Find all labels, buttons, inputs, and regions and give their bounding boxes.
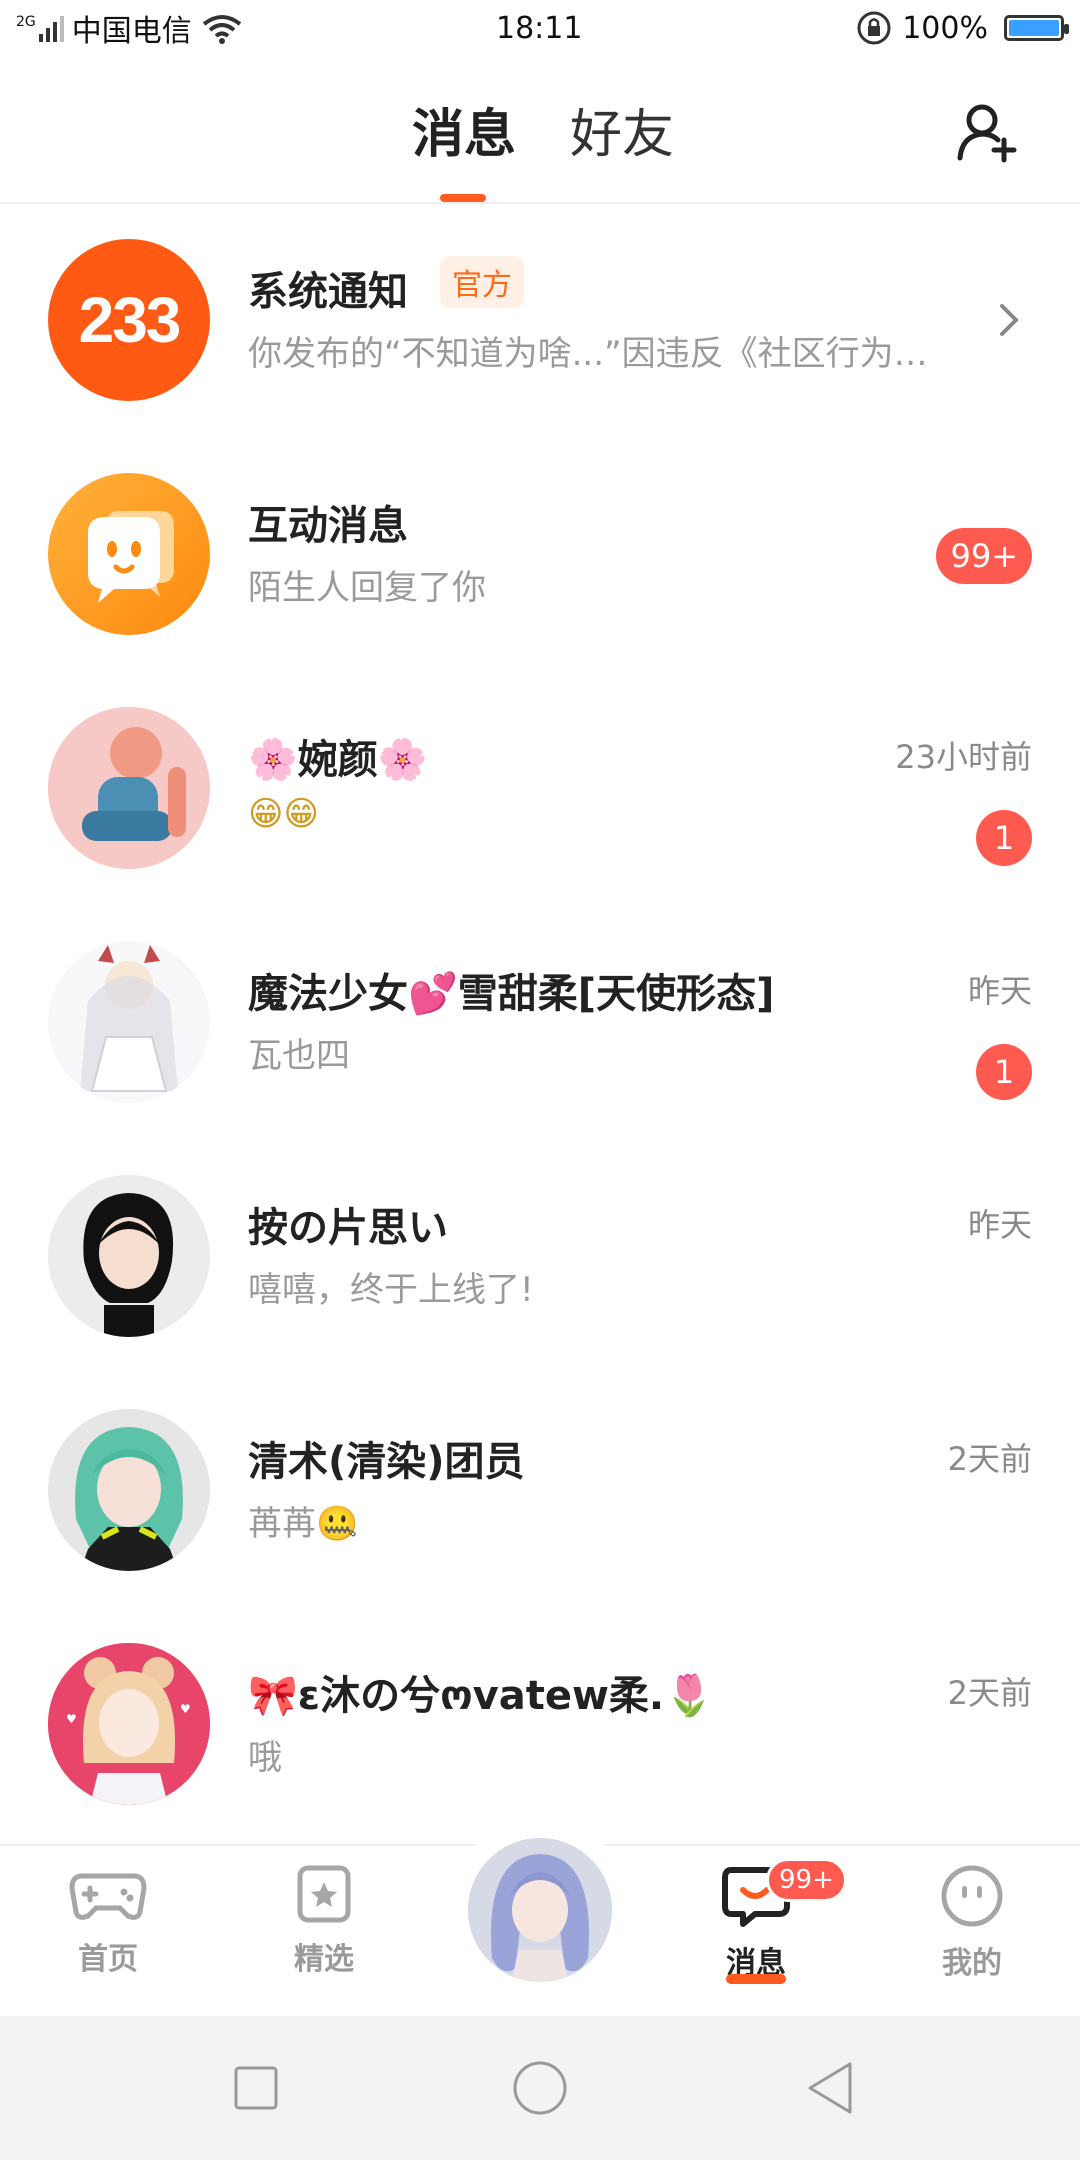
conversation-preview: 哦 [248, 1738, 282, 1778]
conversation-time: 23小时前 [895, 738, 1032, 776]
list-item-interactions[interactable]: 互动消息 陌生人回复了你 99+ [0, 438, 1080, 672]
list-item-conversation[interactable]: ♥ ♥ 🎀ε沐の兮ოvatew柔.🌷 哦 2天前 [0, 1608, 1080, 1842]
tab-label: 我的 [942, 1946, 1002, 1981]
conversation-preview: 你发布的“不知道为啥...”因违反《社区行为守... [248, 334, 948, 374]
tab-me[interactable]: 我的 [912, 1864, 1032, 1982]
rotation-lock-icon [857, 11, 891, 45]
system-nav-bar [0, 2016, 1080, 2160]
tab-label: 精选 [294, 1942, 354, 1977]
battery-percent: 100% [902, 10, 988, 46]
conversation-time: 昨天 [967, 1206, 1032, 1244]
conversation-preview: 嘻嘻，终于上线了! [248, 1270, 534, 1310]
conversation-time: 2天前 [947, 1440, 1032, 1478]
avatar: 233 [48, 239, 210, 401]
center-avatar-button[interactable] [468, 1838, 612, 1982]
tab-featured[interactable]: 精选 [264, 1864, 384, 1978]
list-item-conversation[interactable]: 🌸婉颜🌸 😁😁 23小时前 1 [0, 672, 1080, 906]
active-tab-indicator [440, 194, 486, 202]
avatar [48, 473, 210, 635]
active-tab-underline [726, 1974, 786, 1984]
conversation-time: 2天前 [947, 1674, 1032, 1712]
official-badge: 官方 [440, 256, 524, 308]
signal-icon: 2G [16, 14, 64, 42]
recent-apps-icon[interactable] [232, 2064, 280, 2112]
unread-badge: 1 [976, 810, 1032, 866]
conversation-title: 系统通知 [248, 269, 408, 315]
gamepad-icon [69, 1873, 147, 1920]
tab-label: 首页 [78, 1942, 138, 1977]
unread-badge: 99+ [936, 528, 1032, 584]
list-item-conversation[interactable]: 魔法少女💕雪甜柔[天使形态] 瓦也四 昨天 1 [0, 906, 1080, 1140]
message-list: 233 系统通知 官方 你发布的“不知道为啥...”因违反《社区行为守... 互… [0, 204, 1080, 1842]
avatar: ♥ ♥ [48, 1643, 210, 1805]
home-icon[interactable] [512, 2060, 568, 2116]
conversation-title: 按の片思い [248, 1205, 448, 1251]
tab-friends[interactable]: 好友 [570, 92, 674, 167]
tab-messages[interactable]: 消息 [412, 92, 516, 167]
clock: 18:11 [496, 10, 583, 46]
avatar [48, 707, 210, 869]
network-type: 2G [16, 14, 36, 30]
tab-messages-badge: 99+ [766, 1858, 847, 1902]
logo-233: 233 [78, 284, 182, 356]
conversation-preview: 陌生人回复了你 [248, 568, 486, 608]
conversation-title: 🌸婉颜🌸 [248, 737, 428, 783]
add-friend-icon[interactable] [954, 100, 1018, 164]
conversation-preview: 苒苒🤐 [248, 1504, 359, 1544]
conversation-preview: 瓦也四 [248, 1036, 350, 1076]
avatar [48, 1175, 210, 1337]
avatar [48, 941, 210, 1103]
anime-avatar-image [48, 1175, 210, 1337]
conversation-preview: 😁😁 [248, 794, 319, 834]
anime-avatar-image [48, 941, 210, 1103]
svg-text:♥: ♥ [66, 1712, 77, 1726]
battery-icon [1004, 15, 1069, 41]
conversation-title: 魔法少女💕雪甜柔[天使形态] [248, 971, 775, 1017]
anime-avatar-image [468, 1838, 612, 1982]
star-box-icon [297, 1865, 351, 1923]
anime-avatar-image [48, 707, 210, 869]
wifi-icon [202, 15, 241, 44]
ghost-chat-icon [88, 511, 174, 603]
svg-text:♥: ♥ [180, 1702, 191, 1716]
conversation-time: 昨天 [967, 972, 1032, 1010]
carrier-name: 中国电信 [71, 14, 192, 49]
anime-avatar-image [48, 1409, 210, 1571]
status-bar: 2G 中国电信 18:11 100% [0, 0, 1080, 56]
anime-avatar-image: ♥ ♥ [48, 1643, 210, 1805]
back-icon[interactable] [804, 2060, 856, 2116]
avatar [48, 1409, 210, 1571]
list-item-system-notice[interactable]: 233 系统通知 官方 你发布的“不知道为啥...”因违反《社区行为守... [0, 204, 1080, 438]
header: 消息 好友 [0, 56, 1080, 204]
list-item-conversation[interactable]: 清术(清染)团员 苒苒🤐 2天前 [0, 1374, 1080, 1608]
unread-badge: 1 [976, 1044, 1032, 1100]
conversation-title: 互动消息 [248, 503, 408, 549]
conversation-title: 🎀ε沐の兮ოvatew柔.🌷 [248, 1673, 714, 1719]
face-icon [941, 1865, 1003, 1927]
chevron-right-icon [1000, 304, 1019, 336]
list-item-conversation[interactable]: 按の片思い 嘻嘻，终于上线了! 昨天 [0, 1140, 1080, 1374]
conversation-title: 清术(清染)团员 [248, 1439, 525, 1485]
tab-home[interactable]: 首页 [48, 1864, 168, 1978]
